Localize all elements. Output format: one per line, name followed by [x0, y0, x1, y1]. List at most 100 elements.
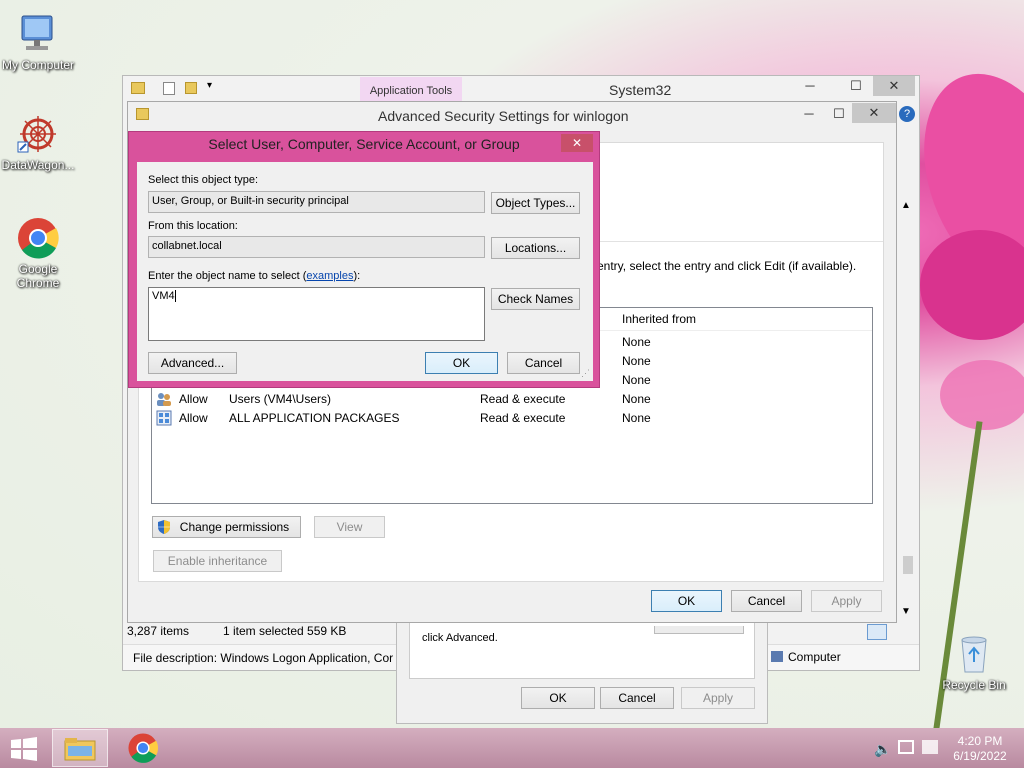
taskbar-chrome-icon[interactable] — [127, 732, 159, 764]
object-type-label: Select this object type: — [148, 174, 259, 186]
close-icon[interactable]: ✕ — [852, 103, 896, 123]
advanced-hint: click Advanced. — [422, 632, 498, 644]
computer-small-icon — [771, 651, 783, 662]
scrollbar-thumb[interactable] — [903, 556, 913, 574]
action-center-icon[interactable] — [922, 740, 938, 754]
advanced-apply-button[interactable]: Apply — [811, 590, 882, 612]
object-name-label-text: Enter the object name to select ( — [148, 270, 307, 282]
clock-date: 6/19/2022 — [953, 749, 1007, 763]
object-types-button[interactable]: Object Types... — [491, 192, 580, 214]
minimize-icon[interactable]: ─ — [795, 76, 825, 96]
advanced-button[interactable]: Advanced... — [148, 352, 237, 374]
ribbon-tab-application-tools[interactable]: Application Tools — [360, 77, 462, 102]
select-user-dialog: Select User, Computer, Service Account, … — [128, 131, 600, 388]
flower-petal — [920, 230, 1024, 340]
properties-cancel-button[interactable]: Cancel — [600, 687, 674, 709]
file-description: File description: Windows Logon Applicat… — [133, 651, 394, 665]
location-label: From this location: — [148, 220, 238, 232]
flower-petal — [940, 360, 1024, 430]
file-explorer-icon — [64, 737, 96, 761]
explorer-titlebar: ▾ Application Tools System32 ─ ☐ ✕ — [123, 76, 919, 102]
taskbar-clock[interactable]: 4:20 PM 6/19/2022 — [950, 734, 1010, 764]
properties-apply-button[interactable]: Apply — [681, 687, 755, 709]
table-row[interactable]: Allow Users (VM4\Users) Read & execute N… — [152, 390, 870, 409]
check-names-button[interactable]: Check Names — [491, 288, 580, 310]
change-permissions-button[interactable]: Change permissions — [152, 516, 301, 538]
status-item-count: 3,287 items — [127, 624, 190, 638]
object-type-field: User, Group, or Built-in security princi… — [148, 191, 485, 213]
ok-button[interactable]: OK — [425, 352, 498, 374]
taskbar-file-explorer[interactable] — [52, 729, 108, 767]
properties-ok-button[interactable]: OK — [521, 687, 595, 709]
properties-icon[interactable] — [163, 82, 175, 95]
table-row[interactable]: Allow ALL APPLICATION PACKAGES Read & ex… — [152, 409, 870, 428]
desktop-icon-recycle-bin[interactable]: Recycle Bin — [936, 632, 1012, 692]
minimize-icon[interactable]: ─ — [794, 104, 824, 124]
clock-time: 4:20 PM — [957, 734, 1003, 748]
new-folder-icon[interactable] — [185, 82, 197, 94]
help-icon[interactable]: ? — [899, 106, 915, 122]
desktop-icon-label: Google Chrome — [16, 262, 60, 290]
uac-shield-icon — [157, 519, 171, 535]
access-cell: Read & execute — [480, 411, 566, 425]
properties-panel: click Advanced. — [409, 615, 755, 679]
quick-access-dropdown-icon[interactable]: ▾ — [207, 80, 212, 91]
object-name-label: Enter the object name to select (example… — [148, 270, 360, 282]
view-button[interactable]: View — [314, 516, 385, 538]
desktop-icon-label: DataWagon... — [1, 158, 75, 172]
desktop-icon-my-computer[interactable]: My Computer — [0, 12, 76, 72]
computer-icon — [16, 12, 60, 56]
advanced-security-titlebar: Advanced Security Settings for winlogon … — [128, 102, 896, 128]
large-icons-view-icon[interactable] — [891, 624, 907, 640]
maximize-icon[interactable]: ☐ — [841, 76, 871, 96]
select-user-dialog-title: Select User, Computer, Service Account, … — [208, 136, 520, 152]
access-cell: Read & execute — [480, 392, 566, 406]
locations-button[interactable]: Locations... — [491, 237, 580, 259]
desktop-icon-datawagon[interactable]: DataWagon... — [0, 112, 76, 172]
type-cell: Allow — [179, 392, 208, 406]
inherited-cell: None — [622, 354, 651, 368]
principal-cell: ALL APPLICATION PACKAGES — [229, 411, 400, 425]
object-name-value: VM4 — [152, 290, 175, 302]
enable-inheritance-button[interactable]: Enable inheritance — [153, 550, 282, 572]
properties-window: click Advanced. OK Cancel Apply — [396, 606, 768, 724]
select-user-body: Select this object type: User, Group, or… — [137, 162, 593, 381]
inherited-cell: None — [622, 411, 651, 425]
chrome-icon — [16, 216, 60, 260]
desktop-icon-google-chrome[interactable]: Google Chrome — [0, 216, 76, 290]
examples-link[interactable]: examples — [306, 270, 353, 282]
app-packages-icon — [156, 410, 172, 426]
instruction-text: entry, select the entry and click Edit (… — [597, 259, 857, 273]
cancel-button[interactable]: Cancel — [507, 352, 580, 374]
explorer-title: System32 — [609, 82, 672, 98]
maximize-icon[interactable]: ☐ — [824, 104, 854, 124]
close-icon[interactable]: ✕ — [873, 76, 915, 96]
close-icon[interactable]: ✕ — [561, 134, 593, 152]
type-cell: Allow — [179, 411, 208, 425]
advanced-ok-button[interactable]: OK — [651, 590, 722, 612]
advanced-button-partial[interactable] — [654, 626, 744, 634]
inherited-cell: None — [622, 335, 651, 349]
windows-start-icon[interactable] — [10, 737, 38, 761]
location-field: collabnet.local — [148, 236, 485, 258]
volume-muted-icon[interactable]: 🔈 — [874, 741, 891, 758]
folder-icon — [136, 108, 149, 120]
recycle-bin-icon — [952, 632, 996, 676]
scroll-up-icon[interactable]: ▲ — [901, 200, 911, 211]
datawagon-icon — [16, 112, 60, 156]
details-view-icon[interactable] — [867, 624, 887, 640]
column-header-inherited[interactable]: Inherited from — [622, 312, 696, 326]
inherited-cell: None — [622, 373, 651, 387]
desktop-icon-label: My Computer — [1, 58, 75, 72]
network-icon[interactable] — [898, 740, 914, 754]
object-name-input[interactable]: VM4 — [148, 287, 485, 341]
principal-cell: Users (VM4\Users) — [229, 392, 332, 406]
resize-grip-icon[interactable]: ⋰ — [581, 368, 590, 379]
text-cursor — [174, 290, 176, 303]
inherited-cell: None — [622, 392, 651, 406]
status-selection: 1 item selected 559 KB — [223, 624, 347, 638]
change-permissions-label: Change permissions — [179, 520, 290, 534]
advanced-cancel-button[interactable]: Cancel — [731, 590, 802, 612]
desktop-icon-label: Recycle Bin — [942, 678, 1006, 692]
scroll-down-icon[interactable]: ▼ — [901, 606, 911, 617]
